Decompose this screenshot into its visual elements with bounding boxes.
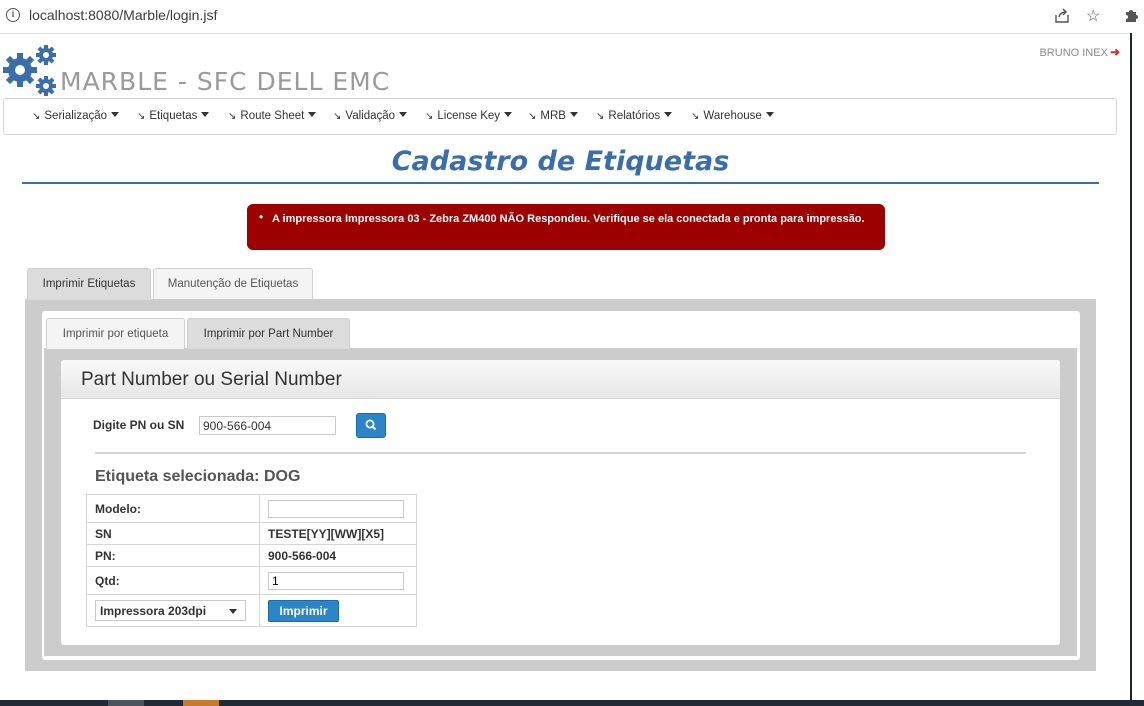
- arrow-icon: ↘: [425, 111, 434, 122]
- tab-imprimir-por-etiqueta[interactable]: Imprimir por etiqueta: [46, 318, 185, 349]
- sn-label: SN: [86, 522, 260, 545]
- gears-logo-icon: [2, 44, 62, 103]
- extensions-icon[interactable]: [1125, 7, 1139, 28]
- taskbar-item[interactable]: [183, 700, 219, 706]
- bullet-icon: •: [259, 210, 264, 224]
- pn-input[interactable]: [199, 416, 336, 435]
- print-cell: Imprimir: [259, 594, 417, 627]
- selected-label: Etiqueta selecionada: DOG: [95, 468, 301, 485]
- app-brand: MARBLE - SFC DELL EMC: [60, 67, 391, 96]
- qtd-label: Qtd:: [86, 566, 260, 595]
- caret-down-icon: [229, 609, 237, 614]
- arrow-icon: ↘: [333, 111, 342, 122]
- error-text: A impressora Impressora 03 - Zebra ZM400…: [272, 213, 865, 225]
- arrow-icon: ↘: [137, 111, 146, 122]
- error-message: • A impressora Impressora 03 - Zebra ZM4…: [247, 204, 885, 250]
- caret-down-icon: [569, 112, 578, 117]
- menu-label: Serialização: [44, 110, 108, 122]
- label-details-table: Modelo: SN TESTE[YY][WW][X5] PN: 900-566…: [86, 494, 417, 627]
- modelo-cell: [259, 494, 417, 523]
- menu-item-route-sheet[interactable]: ↘ Route Sheet: [228, 110, 317, 122]
- menu-item-etiquetas[interactable]: ↘ Etiquetas: [137, 110, 210, 122]
- menu-item-serializacao[interactable]: ↘ Serialização: [32, 110, 120, 122]
- table-row: Qtd:: [86, 566, 417, 595]
- divider: [95, 452, 1026, 454]
- menu-item-relatorios[interactable]: ↘ Relatórios: [596, 110, 673, 122]
- caret-down-icon: [399, 112, 408, 117]
- menu-label: MRB: [540, 110, 566, 122]
- sn-value: TESTE[YY][WW][X5]: [259, 522, 417, 545]
- user-name: BRUNO INEX: [1039, 47, 1108, 59]
- arrow-icon: ↘: [691, 111, 700, 122]
- pn-row-value: 900-566-004: [259, 544, 417, 567]
- table-row: Impressora 203dpi Imprimir: [86, 594, 417, 627]
- qtd-input[interactable]: [268, 571, 404, 590]
- page-title: Cadastro de Etiquetas: [391, 146, 730, 177]
- main-menubar: ↘ Serialização ↘ Etiquetas ↘ Route Sheet ↘ V…: [3, 98, 1117, 135]
- menu-item-license-key[interactable]: ↘ License Key: [425, 110, 513, 122]
- table-row: Modelo:: [86, 494, 417, 523]
- taskbar-item[interactable]: [108, 700, 144, 706]
- bookmark-star-icon[interactable]: ☆: [1086, 6, 1100, 26]
- menu-label: License Key: [437, 110, 501, 122]
- print-button[interactable]: Imprimir: [268, 599, 339, 622]
- printer-cell: Impressora 203dpi: [86, 594, 260, 627]
- pn-label: Digite PN ou SN: [93, 418, 185, 432]
- caret-down-icon: [765, 112, 774, 117]
- menu-label: Warehouse: [703, 110, 762, 122]
- menu-item-validacao[interactable]: ↘ Validação: [333, 110, 408, 122]
- search-button[interactable]: [356, 413, 386, 438]
- tab-imprimir-por-part-number[interactable]: Imprimir por Part Number: [187, 318, 350, 349]
- menu-label: Route Sheet: [240, 110, 305, 122]
- site-info-icon[interactable]: i: [6, 8, 20, 22]
- window-edge: [1130, 33, 1144, 706]
- caret-down-icon: [664, 112, 673, 117]
- os-taskbar: [0, 700, 1144, 706]
- table-row: PN: 900-566-004: [86, 544, 417, 567]
- pn-row-label: PN:: [86, 544, 260, 567]
- menu-item-warehouse[interactable]: ↘ Warehouse: [691, 110, 774, 122]
- modelo-label: Modelo:: [86, 494, 260, 523]
- qtd-cell: [259, 566, 417, 595]
- user-area[interactable]: BRUNO INEX ➜: [1000, 45, 1120, 59]
- printer-select[interactable]: Impressora 203dpi: [95, 600, 246, 621]
- logout-icon[interactable]: ➜: [1110, 45, 1120, 59]
- caret-down-icon: [111, 112, 120, 117]
- caret-down-icon: [201, 112, 210, 117]
- arrow-icon: ↘: [32, 111, 41, 122]
- address-bar[interactable]: localhost:8080/Marble/login.jsf: [29, 7, 217, 23]
- search-icon: [365, 419, 377, 431]
- caret-down-icon: [308, 112, 317, 117]
- modelo-input[interactable]: [268, 499, 404, 518]
- menu-label: Relatórios: [608, 110, 661, 122]
- card-title: Part Number ou Serial Number: [81, 369, 342, 390]
- arrow-icon: ↘: [528, 111, 537, 122]
- menu-label: Validação: [345, 110, 396, 122]
- menu-label: Etiquetas: [149, 110, 198, 122]
- arrow-icon: ↘: [596, 111, 605, 122]
- caret-down-icon: [504, 112, 513, 117]
- printer-selected-value: Impressora 203dpi: [100, 604, 207, 618]
- arrow-icon: ↘: [228, 111, 237, 122]
- table-row: SN TESTE[YY][WW][X5]: [86, 522, 417, 545]
- title-divider: [22, 182, 1099, 184]
- share-icon[interactable]: [1054, 8, 1070, 29]
- tab-manutencao-etiquetas[interactable]: Manutenção de Etiquetas: [153, 268, 313, 299]
- tab-imprimir-etiquetas[interactable]: Imprimir Etiquetas: [27, 268, 151, 300]
- menu-item-mrb[interactable]: ↘ MRB: [528, 110, 578, 122]
